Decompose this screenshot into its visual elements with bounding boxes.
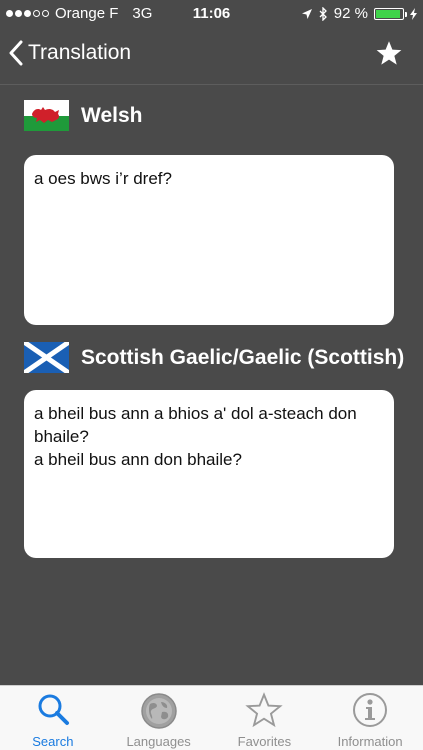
navigation-bar: Translation xyxy=(0,26,423,84)
translation-text-field[interactable]: a bheil bus ann a bhios a' dol a-steach … xyxy=(24,390,394,558)
search-icon xyxy=(38,694,69,725)
info-icon xyxy=(353,693,388,727)
tab-information[interactable]: Information xyxy=(317,686,423,750)
tab-languages[interactable]: Languages xyxy=(106,686,212,750)
bluetooth-icon xyxy=(319,6,327,21)
source-language-header: Welsh xyxy=(24,100,142,131)
nav-divider xyxy=(0,84,423,85)
tab-search[interactable]: Search xyxy=(0,686,106,750)
location-arrow-icon xyxy=(301,8,312,19)
tab-languages-label: Languages xyxy=(126,734,191,749)
tab-favorites-label: Favorites xyxy=(237,734,292,749)
back-button[interactable]: Translation xyxy=(8,40,131,66)
source-text-field[interactable]: a oes bws i’r dref? xyxy=(24,155,394,325)
star-icon xyxy=(376,41,402,65)
charging-bolt-icon xyxy=(410,7,417,20)
tab-search-label: Search xyxy=(32,734,74,749)
scotland-flag-icon xyxy=(24,342,69,373)
battery-icon xyxy=(374,7,407,20)
wales-flag-icon xyxy=(24,100,69,131)
battery-percent: 92 % xyxy=(333,5,368,22)
chevron-left-icon xyxy=(9,40,23,66)
status-bar: Orange F 3G 11:06 92 % xyxy=(0,0,423,26)
tab-bar: Search Languages Favorites Information xyxy=(0,685,423,750)
back-button-label: Translation xyxy=(28,41,132,64)
favorite-button[interactable] xyxy=(375,40,403,72)
source-language-name: Welsh xyxy=(81,103,143,127)
target-language-header: Scottish Gaelic/Gaelic (Scottish) xyxy=(24,342,404,373)
globe-icon xyxy=(140,693,177,729)
target-language-name: Scottish Gaelic/Gaelic (Scottish) xyxy=(81,345,405,369)
star-outline-icon xyxy=(245,692,284,728)
status-right-group: 92 % xyxy=(301,5,417,22)
tab-information-label: Information xyxy=(337,734,403,749)
tab-favorites[interactable]: Favorites xyxy=(212,686,318,750)
